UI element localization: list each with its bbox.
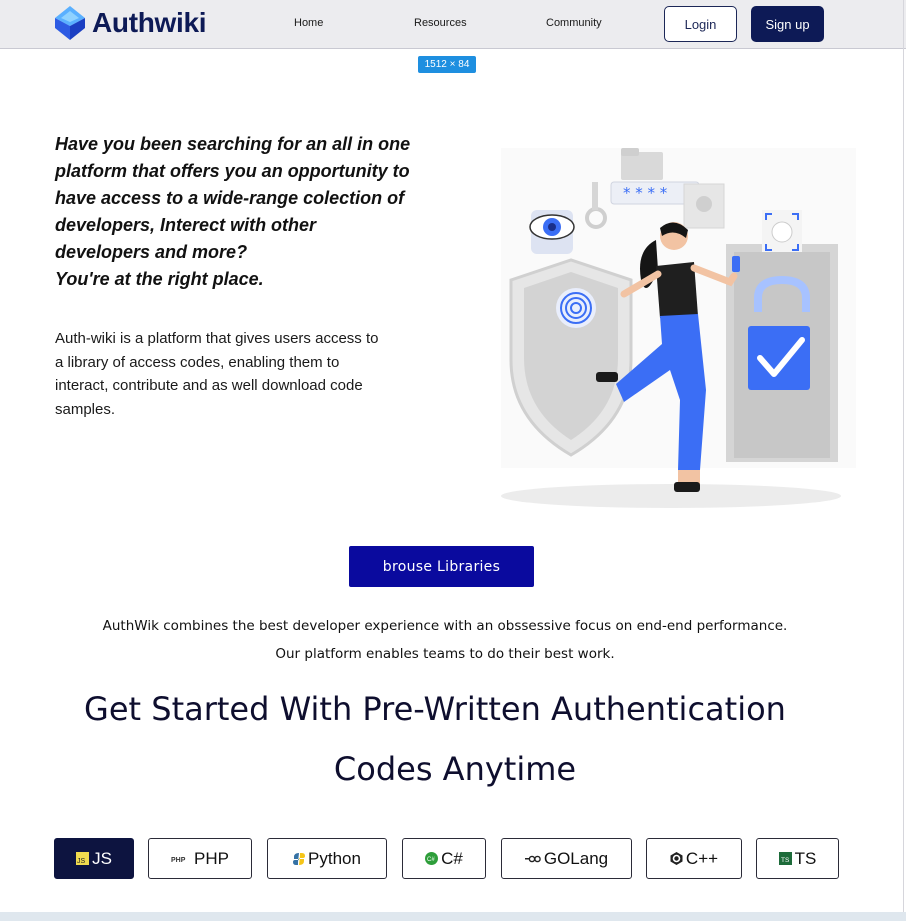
- tab-label: Python: [308, 848, 361, 868]
- cpp-icon: [670, 852, 683, 865]
- section-headline: Codes Anytime: [333, 750, 577, 788]
- tab-python[interactable]: Python: [267, 838, 387, 879]
- golang-icon: [524, 854, 541, 864]
- dimension-badge: 1512 × 84: [418, 56, 476, 73]
- authwiki-logo-icon: [55, 6, 85, 40]
- tab-php[interactable]: PHP PHP: [148, 838, 252, 879]
- hero-question-line: developers and more?: [55, 242, 248, 262]
- section-headline: Get Started With Pre-Written Authenticat…: [84, 690, 786, 728]
- csharp-icon: C#: [425, 852, 439, 865]
- hero-question-line: developers, Interect with other: [55, 215, 317, 235]
- hero-description-line: interact, contribute and as well downloa…: [55, 377, 363, 394]
- tab-cpp[interactable]: C++: [646, 838, 742, 879]
- hero-question-line: platform that offers you an opportunity …: [55, 161, 410, 181]
- tagline-line: AuthWik combines the best developer expe…: [102, 618, 788, 634]
- svg-text:JS: JS: [77, 858, 86, 865]
- svg-text:C#: C#: [427, 857, 435, 863]
- page-footer-strip: [0, 912, 906, 921]
- browse-libraries-button[interactable]: brouse Libraries: [349, 546, 534, 587]
- hero-question-line: You're at the right place.: [55, 269, 264, 289]
- tab-label: C#: [441, 848, 463, 868]
- tab-golang[interactable]: GOLang: [501, 838, 632, 879]
- hero-description-line: samples.: [55, 400, 116, 418]
- svg-text:PHP: PHP: [171, 857, 186, 864]
- js-icon: JS: [76, 852, 90, 865]
- hero-description: Auth-wiki is a platform that gives users…: [55, 327, 440, 421]
- tab-label: C++: [685, 848, 719, 868]
- ts-icon: TS: [778, 852, 792, 865]
- hero-description-line: Auth-wiki is a platform that gives users…: [55, 330, 379, 347]
- svg-text:TS: TS: [781, 857, 790, 864]
- tab-label: JS: [92, 848, 112, 868]
- hero-question-line: Have you been searching for an all in on…: [55, 134, 411, 154]
- php-icon: PHP: [171, 854, 191, 864]
- tab-js[interactable]: JS JS: [54, 838, 134, 879]
- brand-name: Authwiki: [92, 7, 207, 38]
- security-illustration: * * * *: [501, 148, 856, 508]
- signup-button[interactable]: Sign up: [751, 6, 824, 42]
- hero-description-line: a library of access codes, enabling them…: [55, 353, 340, 371]
- login-button[interactable]: Login: [664, 6, 737, 42]
- tab-label: PHP: [194, 848, 229, 868]
- hero-question: Have you been searching for an all in on…: [55, 131, 455, 293]
- brand-logo[interactable]: Authwiki: [54, 5, 207, 41]
- tab-label: GOLang: [543, 848, 609, 868]
- nav-home[interactable]: Home: [294, 17, 323, 29]
- scrollbar-track: [903, 0, 904, 921]
- password-mask: * * * *: [623, 184, 668, 202]
- tagline-line: Our platform enables teams to do their b…: [275, 646, 615, 662]
- tab-csharp[interactable]: C# C#: [402, 838, 486, 879]
- tab-label: TS: [794, 848, 817, 868]
- tab-ts[interactable]: TS TS: [756, 838, 839, 879]
- nav-resources[interactable]: Resources: [414, 17, 467, 29]
- top-navbar: Authwiki Home Resources Community Login …: [0, 0, 906, 49]
- hero-question-line: have access to a wide-range colection of: [55, 188, 405, 208]
- nav-community[interactable]: Community: [546, 17, 602, 29]
- python-icon: [293, 852, 306, 865]
